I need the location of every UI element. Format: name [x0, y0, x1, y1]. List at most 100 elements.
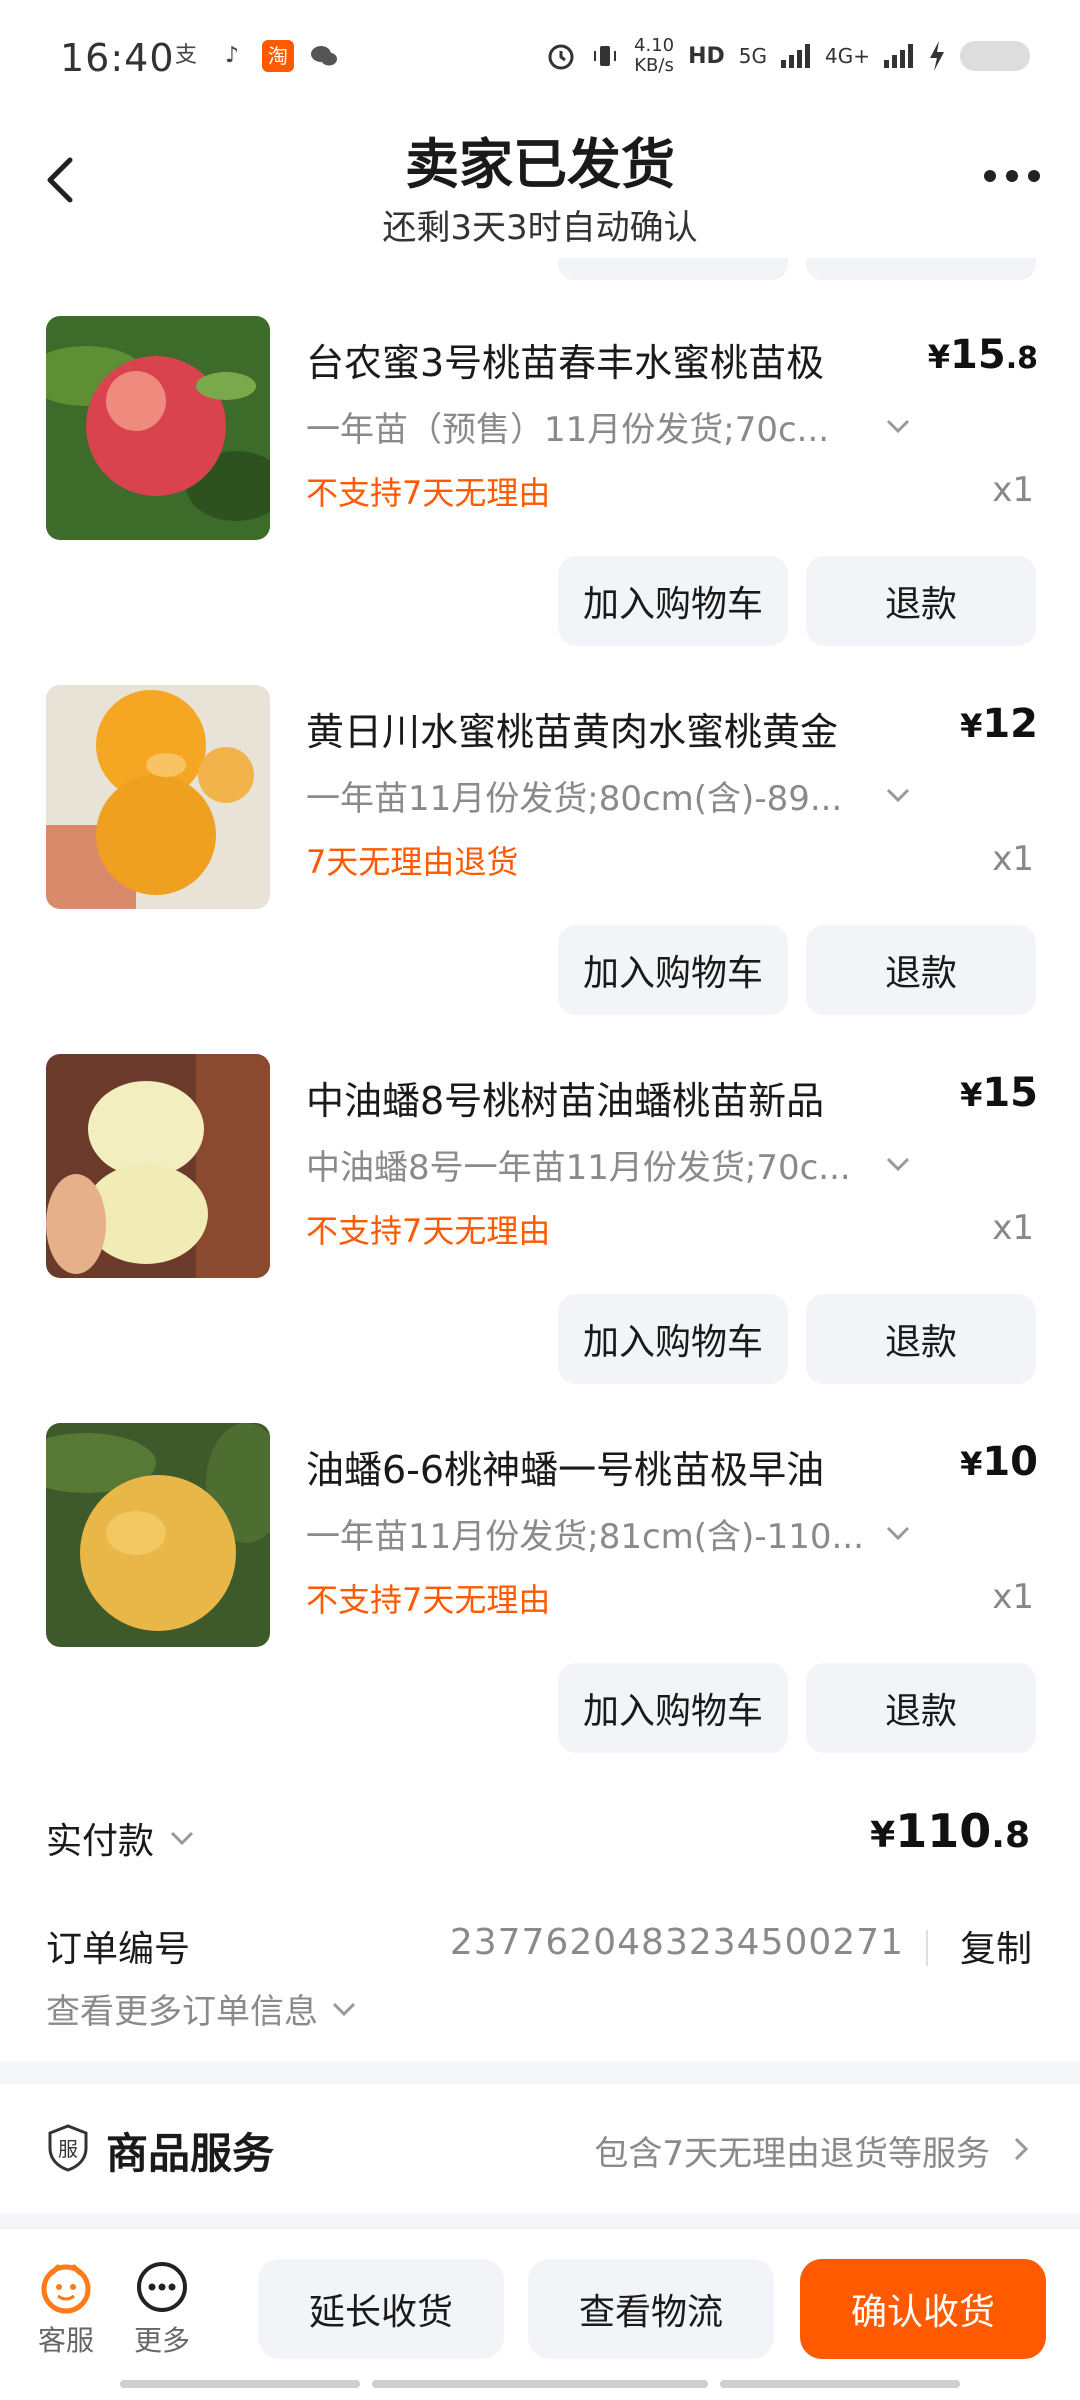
return-policy-tag: 7天无理由退货 [306, 843, 519, 881]
status-system-icons: 4.10 KB/s HD 5G 4G+ [546, 36, 1030, 76]
copy-order-number-button[interactable]: 复制 [960, 1920, 1032, 1972]
product-quantity: x1 [992, 839, 1034, 879]
chevron-down-icon [170, 1831, 194, 1846]
amount-decimal: .8 [991, 1815, 1030, 1856]
product-price: ¥10 [960, 1439, 1038, 1485]
peach-photo [46, 316, 270, 540]
product-image[interactable] [46, 316, 270, 540]
add-to-cart-button[interactable]: 加入购物车 [558, 925, 788, 1015]
refund-button[interactable]: 退款 [806, 1294, 1036, 1384]
order-number-row: 订单编号 2377620483234500271 复制 [0, 1920, 1080, 1970]
order-number: 2377620483234500271 [449, 1922, 904, 1963]
price-integer: 15 [982, 1070, 1038, 1116]
previous-refund-button[interactable] [806, 258, 1036, 280]
customer-service-button[interactable]: 客服 [38, 2259, 94, 2359]
view-logistics-button[interactable]: 查看物流 [528, 2259, 774, 2359]
more-order-info-row[interactable]: 查看更多订单信息 [0, 1984, 1080, 2034]
product-image[interactable] [46, 1423, 270, 1647]
signal-icon [781, 44, 811, 68]
section-divider [0, 2062, 1080, 2084]
more-button[interactable]: 更多 [134, 2259, 190, 2359]
chevron-down-icon[interactable] [884, 1150, 912, 1178]
more-label: 更多 [134, 2324, 191, 2357]
section-divider [0, 2214, 1080, 2228]
product-spec[interactable]: 一年苗11月份发货;81cm(含)-110... [306, 1509, 876, 1558]
return-policy-tag: 不支持7天无理由 [306, 1212, 551, 1250]
net-speed-value: 4.10 [634, 35, 675, 56]
extend-receipt-button[interactable]: 延长收货 [258, 2259, 504, 2359]
chevron-down-icon[interactable] [884, 781, 912, 809]
more-order-info-link[interactable]: 查看更多订单信息 [46, 1984, 358, 2033]
net-speed-unit: KB/s [634, 55, 674, 76]
paid-amount-row[interactable]: 实付款 ¥110.8 [0, 1804, 1080, 1872]
charging-icon [930, 41, 944, 71]
more-options-button[interactable] [984, 170, 1040, 182]
product-item[interactable]: 黄日川水蜜桃苗黄肉水蜜桃黄金 ¥12 一年苗11月份发货;80cm(含)-89.… [0, 685, 1080, 1053]
chevron-down-icon[interactable] [884, 412, 912, 440]
order-number-label: 订单编号 [46, 1929, 191, 1970]
page-header: 卖家已发货 还剩3天3时自动确认 [0, 120, 1080, 260]
paid-label-text: 实付款 [46, 1821, 155, 1862]
product-price: ¥12 [960, 701, 1038, 747]
product-quantity: x1 [992, 1208, 1034, 1248]
product-title[interactable]: 黄日川水蜜桃苗黄肉水蜜桃黄金 [306, 701, 838, 756]
net-speed: 4.10 KB/s [634, 36, 674, 76]
customer-service-label: 客服 [38, 2324, 95, 2357]
status-app-icons: 支 ♪ 淘 [170, 40, 340, 72]
peach-photo [46, 1423, 270, 1647]
product-item[interactable]: 台农蜜3号桃苗春丰水蜜桃苗极 ¥15.8 一年苗（预售）11月份发货;70c..… [0, 316, 1080, 684]
product-title[interactable]: 台农蜜3号桃苗春丰水蜜桃苗极 [306, 332, 824, 387]
peach-photo [46, 685, 270, 909]
price-integer: 12 [982, 701, 1038, 747]
product-quantity: x1 [992, 1577, 1034, 1617]
product-image[interactable] [46, 1054, 270, 1278]
product-spec[interactable]: 一年苗11月份发货;80cm(含)-89... [306, 771, 876, 820]
product-item[interactable]: 油蟠6-6桃神蟠一号桃苗极早油 ¥10 一年苗11月份发货;81cm(含)-11… [0, 1423, 1080, 1791]
refund-button[interactable]: 退款 [806, 556, 1036, 646]
product-image[interactable] [46, 685, 270, 909]
price-integer: 10 [982, 1439, 1038, 1485]
refund-button[interactable]: 退款 [806, 1663, 1036, 1753]
paid-amount: ¥110.8 [870, 1804, 1030, 1858]
status-bar: 16:40 支 ♪ 淘 4.10 KB/s HD 5G 4G+ [0, 0, 1080, 120]
status-time: 16:40 [60, 36, 175, 80]
product-item[interactable]: 中油蟠8号桃树苗油蟠桃苗新品 ¥15 中油蟠8号一年苗11月份发货;70c...… [0, 1054, 1080, 1422]
currency-symbol: ¥ [927, 338, 951, 376]
product-title[interactable]: 油蟠6-6桃神蟠一号桃苗极早油 [306, 1439, 824, 1494]
wechat-icon [308, 40, 340, 72]
add-to-cart-button[interactable]: 加入购物车 [558, 556, 788, 646]
4g-label: 4G+ [825, 44, 870, 68]
paid-label[interactable]: 实付款 [46, 1812, 196, 1864]
add-to-cart-button[interactable]: 加入购物车 [558, 1663, 788, 1753]
product-service-row[interactable]: 服 商品服务 包含7天无理由退货等服务 [0, 2084, 1080, 2214]
return-policy-tag: 不支持7天无理由 [306, 1581, 551, 1619]
chevron-right-icon[interactable] [1008, 2136, 1034, 2162]
more-order-info-text: 查看更多订单信息 [46, 1992, 318, 2032]
customer-service-icon [41, 2264, 91, 2314]
currency-symbol: ¥ [960, 707, 983, 745]
product-spec[interactable]: 一年苗（预售）11月份发货;70c... [306, 402, 876, 451]
product-spec[interactable]: 中油蟠8号一年苗11月份发货;70c... [306, 1140, 876, 1189]
service-description[interactable]: 包含7天无理由退货等服务 [594, 2126, 990, 2175]
currency-symbol: ¥ [960, 1445, 983, 1483]
product-quantity: x1 [992, 470, 1034, 510]
more-dot-icon [1028, 170, 1040, 182]
battery-icon [960, 41, 1030, 71]
refund-button[interactable]: 退款 [806, 925, 1036, 1015]
service-title: 商品服务 [106, 2129, 275, 2178]
tiktok-icon: ♪ [224, 43, 240, 68]
previous-cart-button[interactable] [558, 258, 788, 280]
currency-symbol: ¥ [870, 1815, 896, 1856]
confirm-receipt-button[interactable]: 确认收货 [800, 2259, 1046, 2359]
shield-icon: 服 [48, 2124, 88, 2172]
add-to-cart-button[interactable]: 加入购物车 [558, 1294, 788, 1384]
more-dot-icon [984, 170, 996, 182]
product-price: ¥15 [960, 1070, 1038, 1116]
return-policy-tag: 不支持7天无理由 [306, 474, 551, 512]
gesture-bar [120, 2380, 360, 2388]
peach-photo [46, 1054, 270, 1278]
product-title[interactable]: 中油蟠8号桃树苗油蟠桃苗新品 [306, 1070, 824, 1125]
chevron-down-icon [332, 2002, 356, 2016]
chevron-down-icon[interactable] [884, 1519, 912, 1547]
page-title: 卖家已发货 [405, 133, 675, 196]
